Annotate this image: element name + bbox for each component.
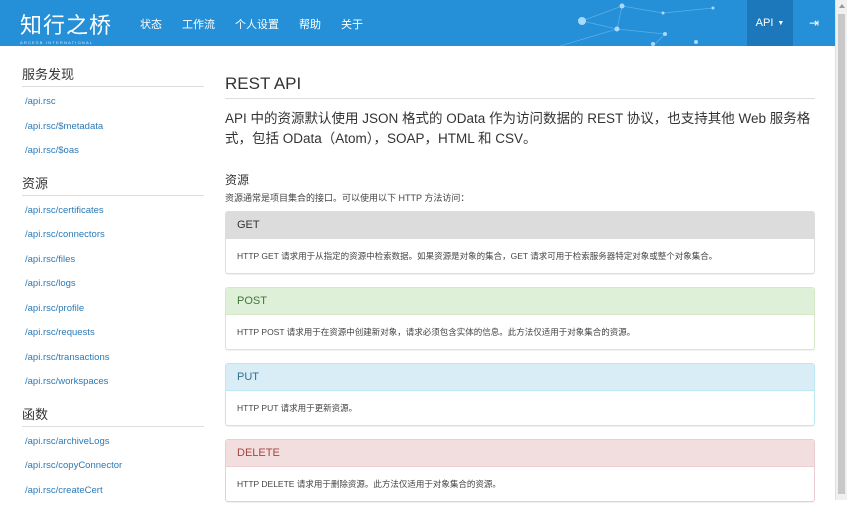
- panel-body: HTTP POST 请求用于在资源中创建新对象，请求必须包含实体的信息。此方法仅…: [237, 327, 636, 337]
- sidebar-link[interactable]: /api.rsc/$oas: [22, 144, 204, 169]
- sidebar-link[interactable]: /api.rsc/copyConnector: [22, 459, 204, 484]
- section-subtitle: 资源通常是项目集合的接口。可以使用以下 HTTP 方法访问：: [225, 193, 470, 203]
- sidebar-link[interactable]: /api.rsc/logs: [22, 277, 204, 302]
- panel-body: HTTP PUT 请求用于更新资源。: [237, 403, 358, 413]
- method-panel-get: GET HTTP GET 请求用于从指定的资源中检索数据。如果资源是对象的集合，G…: [225, 211, 815, 274]
- panel-body: HTTP DELETE 请求用于删除资源。此方法仅适用于对象集合的资源。: [237, 479, 501, 489]
- scrollbar[interactable]: [835, 0, 847, 500]
- logo-subtitle: ARCESB INTERNATIONAL: [20, 40, 94, 45]
- nav-about[interactable]: 关于: [341, 16, 363, 32]
- panel-heading: DELETE: [226, 440, 814, 467]
- panel-body: HTTP GET 请求用于从指定的资源中检索数据。如果资源是对象的集合，GET …: [237, 251, 718, 261]
- api-label: API: [755, 17, 774, 29]
- page-lead: API 中的资源默认使用 JSON 格式的 OData 作为访问数据的 REST…: [225, 111, 811, 146]
- caret-down-icon: ▼: [777, 19, 785, 27]
- method-panel-delete: DELETE HTTP DELETE 请求用于删除资源。此方法仅适用于对象集合的资…: [225, 439, 815, 502]
- sidebar-link[interactable]: /api.rsc/$metadata: [22, 120, 204, 145]
- logo-text: 知行之桥: [20, 14, 113, 39]
- panel-heading: POST: [226, 288, 814, 315]
- sidebar-heading: 函数: [22, 404, 204, 427]
- panel-heading: PUT: [226, 364, 814, 391]
- sidebar-link[interactable]: /api.rsc/archiveLogs: [22, 435, 204, 460]
- sidebar-heading: 服务发现: [22, 64, 204, 87]
- network-decoration: [559, 3, 715, 46]
- sidebar-link[interactable]: /api.rsc/workspaces: [22, 375, 204, 400]
- page-title: REST API: [225, 74, 815, 99]
- sidebar: 服务发现 /api.rsc /api.rsc/$metadata /api.rs…: [22, 64, 204, 512]
- method-panel-post: POST HTTP POST 请求用于在资源中创建新对象，请求必须包含实体的信息。…: [225, 287, 815, 350]
- nav-settings[interactable]: 个人设置: [235, 16, 279, 32]
- sidebar-link[interactable]: /api.rsc/transactions: [22, 351, 204, 376]
- nav-status[interactable]: 状态: [140, 16, 162, 32]
- section-title: 资源: [225, 173, 250, 187]
- sidebar-heading: 资源: [22, 173, 204, 196]
- top-navbar: 知行之桥 ARCESB INTERNATIONAL 状态 工作流 个人设置 帮助…: [0, 0, 835, 46]
- api-dropdown[interactable]: API ▼: [747, 0, 793, 46]
- logo[interactable]: 知行之桥 ARCESB INTERNATIONAL: [20, 8, 112, 45]
- sidebar-link[interactable]: /api.rsc/connectors: [22, 228, 204, 253]
- scrollbar-thumb[interactable]: [838, 14, 845, 494]
- logout-button[interactable]: ⇥: [793, 0, 835, 46]
- method-panel-put: PUT HTTP PUT 请求用于更新资源。: [225, 363, 815, 426]
- sidebar-link[interactable]: /api.rsc/certificates: [22, 204, 204, 229]
- panel-heading: GET: [226, 212, 814, 239]
- sign-out-icon: ⇥: [808, 16, 820, 30]
- sidebar-link[interactable]: /api.rsc: [22, 95, 204, 120]
- scroll-up-icon[interactable]: [839, 4, 845, 8]
- nav-workflow[interactable]: 工作流: [182, 16, 215, 32]
- sidebar-link[interactable]: /api.rsc/requests: [22, 326, 204, 351]
- main-menu: 状态 工作流 个人设置 帮助 关于: [140, 16, 383, 32]
- sidebar-link[interactable]: /api.rsc/profile: [22, 302, 204, 327]
- main-content: REST API API 中的资源默认使用 JSON 格式的 OData 作为访…: [225, 74, 815, 515]
- sidebar-link[interactable]: /api.rsc/createCert: [22, 484, 204, 509]
- nav-help[interactable]: 帮助: [299, 16, 321, 32]
- sidebar-link[interactable]: /api.rsc/files: [22, 253, 204, 278]
